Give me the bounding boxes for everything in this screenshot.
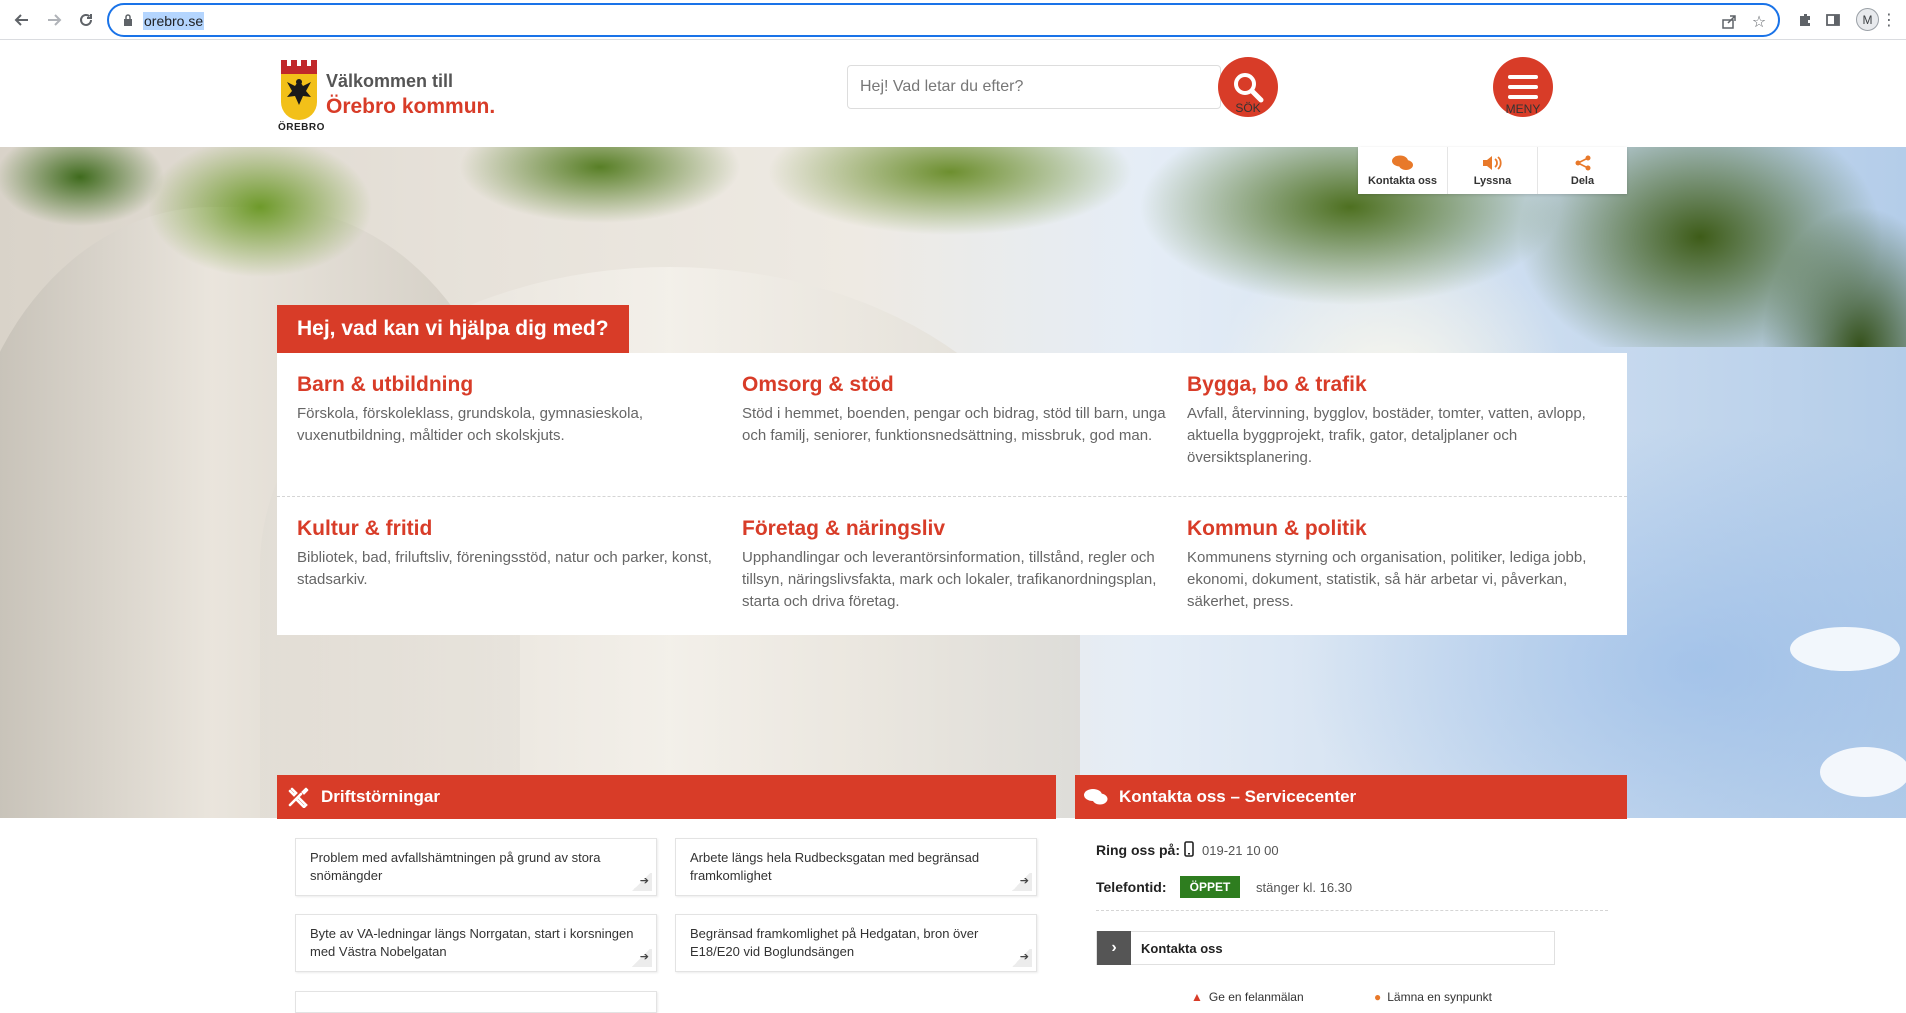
hero-cloud xyxy=(1820,747,1906,797)
disruption-card[interactable]: Byte av VA-ledningar längs Norrgatan, st… xyxy=(295,914,657,972)
feedback-link[interactable]: ● Lämna en synpunkt xyxy=(1360,990,1520,1004)
hero-cloud xyxy=(1790,627,1900,671)
report-fault-link[interactable]: ▲ Ge en felanmälan xyxy=(1175,990,1347,1004)
disruptions-title: Driftstörningar xyxy=(321,787,440,806)
category-bygga-bo-trafik[interactable]: Bygga, bo & trafik Avfall, återvinning, … xyxy=(1187,373,1617,469)
disruption-card[interactable]: Problem med avfallshämtningen på grund a… xyxy=(295,838,657,896)
contact-title: Kontakta oss – Servicecenter xyxy=(1119,787,1357,806)
tools-icon xyxy=(285,786,311,808)
category-title[interactable]: Företag & näringsliv xyxy=(742,517,1172,541)
extensions-icon[interactable] xyxy=(1794,9,1816,31)
info-icon: ● xyxy=(1374,990,1382,1004)
address-bar[interactable]: orebro.se ☆ xyxy=(107,3,1780,37)
disruption-text: Byte av VA-ledningar längs Norrgatan, st… xyxy=(310,926,634,959)
mobile-phone-icon xyxy=(1184,841,1194,857)
more-options-icon[interactable]: ⋮ xyxy=(1878,9,1900,31)
category-kultur-fritid[interactable]: Kultur & fritid Bibliotek, bad, frilufts… xyxy=(297,517,727,591)
share-listen-button[interactable]: Lyssna xyxy=(1448,147,1538,194)
share-share-button[interactable]: Dela xyxy=(1538,147,1627,194)
contact-us-link-label: Kontakta oss xyxy=(1141,940,1223,956)
share-contact-label: Kontakta oss xyxy=(1367,174,1438,187)
category-description: Upphandlingar och leverantörsinformation… xyxy=(742,549,1157,610)
lock-icon xyxy=(124,14,132,26)
phone-label: Ring oss på: xyxy=(1096,842,1181,858)
share-share-label: Dela xyxy=(1570,174,1595,187)
category-description: Kommunens styrning och organisation, pol… xyxy=(1187,549,1587,610)
site-header: ÖREBRO Välkommen till Örebro kommun. SÖK… xyxy=(0,40,1906,147)
forward-icon[interactable] xyxy=(42,8,66,32)
hours-label: Telefontid: xyxy=(1096,879,1167,895)
disruption-text: Problem med avfallshämtningen på grund a… xyxy=(310,850,601,883)
share-icon xyxy=(1574,155,1592,173)
disruption-card[interactable]: Arbete längs hela Rudbecksgatan med begr… xyxy=(675,838,1037,896)
browser-toolbar: orebro.se ☆ M ⋮ xyxy=(0,0,1906,40)
disruptions-header: Driftstörningar xyxy=(277,775,1056,819)
welcome-line-2[interactable]: Örebro kommun. xyxy=(326,95,495,119)
share-contact-button[interactable]: Kontakta oss xyxy=(1358,147,1448,194)
arrow-right-icon: ➔ xyxy=(1010,949,1032,967)
category-foretag-naringsliv[interactable]: Företag & näringsliv Upphandlingar och l… xyxy=(742,517,1172,613)
category-divider xyxy=(277,496,1627,497)
share-listen-label: Lyssna xyxy=(1473,174,1512,187)
category-title[interactable]: Kultur & fritid xyxy=(297,517,727,541)
category-kommun-politik[interactable]: Kommun & politik Kommunens styrning och … xyxy=(1187,517,1617,613)
disruptions-body: Problem med avfallshämtningen på grund a… xyxy=(277,819,1056,1013)
category-description: Stöd i hemmet, boenden, pengar och bidra… xyxy=(742,405,1166,444)
welcome-line-1: Välkommen till xyxy=(326,71,454,91)
reload-icon[interactable] xyxy=(74,8,98,32)
category-title[interactable]: Omsorg & stöd xyxy=(742,373,1172,397)
closing-time: stänger kl. 16.30 xyxy=(1256,880,1353,895)
chevron-right-icon: › xyxy=(1097,931,1131,965)
profile-avatar[interactable]: M xyxy=(1856,8,1879,31)
bookmark-star-icon[interactable]: ☆ xyxy=(1749,12,1769,32)
arrow-right-icon: ➔ xyxy=(630,873,652,891)
category-title[interactable]: Kommun & politik xyxy=(1187,517,1617,541)
open-status-badge: ÖPPET xyxy=(1180,876,1240,898)
disruption-card[interactable]: Begränsad framkomlighet på Hedgatan, bro… xyxy=(675,914,1037,972)
help-categories-panel: Barn & utbildning Förskola, förskoleklas… xyxy=(277,353,1627,635)
search-button-label: SÖK xyxy=(1235,101,1261,115)
help-heading: Hej, vad kan vi hjälpa dig med? xyxy=(277,305,629,353)
disruption-card-partial[interactable] xyxy=(295,991,657,1013)
category-barn-utbildning[interactable]: Barn & utbildning Förskola, förskoleklas… xyxy=(297,373,727,447)
phone-number[interactable]: 019-21 10 00 xyxy=(1202,843,1279,858)
category-title[interactable]: Bygga, bo & trafik xyxy=(1187,373,1617,397)
hamburger-icon xyxy=(1508,75,1538,99)
contact-divider xyxy=(1096,910,1608,911)
category-omsorg-stod[interactable]: Omsorg & stöd Stöd i hemmet, boenden, pe… xyxy=(742,373,1172,447)
contact-us-link[interactable]: › Kontakta oss xyxy=(1096,931,1555,965)
share-page-icon[interactable] xyxy=(1719,12,1739,32)
site-search-input[interactable] xyxy=(847,65,1221,109)
warning-icon: ▲ xyxy=(1191,990,1203,1004)
category-description: Förskola, förskoleklass, grundskola, gym… xyxy=(297,405,643,444)
disruption-text: Arbete längs hela Rudbecksgatan med begr… xyxy=(690,850,980,883)
back-icon[interactable] xyxy=(10,8,34,32)
category-title[interactable]: Barn & utbildning xyxy=(297,373,727,397)
side-panel-icon[interactable] xyxy=(1822,9,1844,31)
menu-button-label: MENY xyxy=(1505,102,1541,116)
speaker-icon xyxy=(1482,155,1504,173)
share-bar: Kontakta oss Lyssna Dela xyxy=(1358,147,1627,194)
arrow-right-icon: ➔ xyxy=(630,949,652,967)
category-description: Avfall, återvinning, bygglov, bostäder, … xyxy=(1187,405,1586,466)
logo-caption: ÖREBRO xyxy=(278,122,325,133)
search-icon xyxy=(1234,73,1264,103)
category-description: Bibliotek, bad, friluftsliv, föreningsst… xyxy=(297,549,712,588)
address-url[interactable]: orebro.se xyxy=(143,12,205,30)
contact-header: Kontakta oss – Servicecenter xyxy=(1075,775,1627,819)
disruption-text: Begränsad framkomlighet på Hedgatan, bro… xyxy=(690,926,979,959)
arrow-right-icon: ➔ xyxy=(1010,873,1032,891)
chat-bubbles-icon xyxy=(1391,155,1414,173)
chat-bubbles-icon xyxy=(1083,786,1109,808)
